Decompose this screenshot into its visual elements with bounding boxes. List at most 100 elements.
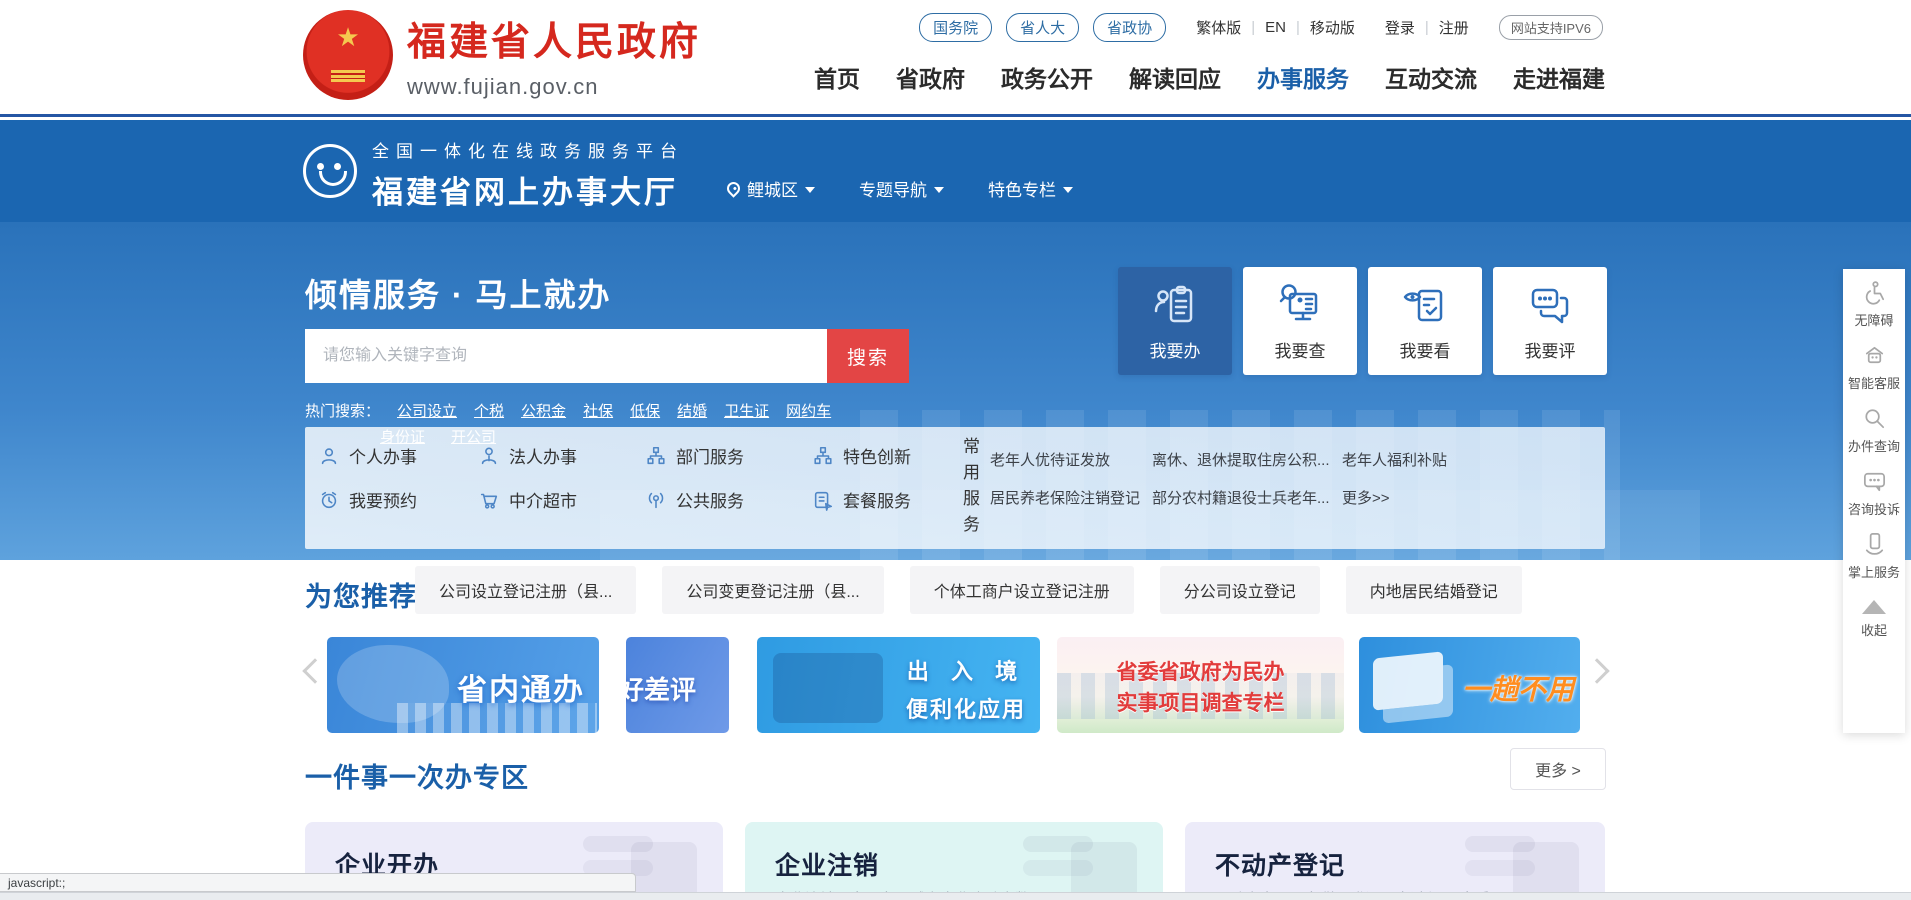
lang-english[interactable]: EN (1265, 19, 1286, 36)
recommend-button[interactable]: 公司设立登记注册（县... (415, 566, 636, 614)
divider: | (1425, 19, 1429, 36)
tile-i-want-to-query[interactable]: 我要查 (1243, 267, 1357, 375)
search-button[interactable]: 搜索 (827, 329, 909, 383)
tile-label: 我要办 (1150, 337, 1201, 362)
sidebar-smart-service[interactable]: 智能客服 (1846, 342, 1902, 391)
link-provincial-congress[interactable]: 省人大 (1006, 13, 1079, 42)
banner-text: 一趟不用 (1462, 668, 1574, 708)
hero-slogan: 倾情服务 · 马上就办 (305, 270, 611, 316)
card-title: 不动产登记 (1215, 846, 1345, 882)
location-label: 鲤城区 (747, 176, 798, 201)
people-illustration (773, 653, 883, 723)
common-service-link[interactable]: 部分农村籍退役士兵老年... (1152, 487, 1330, 508)
monitor-search-icon (1276, 281, 1324, 329)
service-personal[interactable]: 个人办事 (318, 443, 417, 468)
nav-interaction[interactable]: 互动交流 (1385, 60, 1477, 94)
service-department[interactable]: 部门服务 (645, 443, 744, 468)
banner-text-line2: 实事项目调查专栏 (1057, 688, 1344, 719)
login-link[interactable]: 登录 (1385, 17, 1415, 38)
carousel-next-icon[interactable] (1584, 658, 1609, 683)
banner-survey-column[interactable]: 省委省政府为民办 实事项目调查专栏 (1057, 637, 1344, 733)
banner-province-wide-service[interactable]: 省内通办 (327, 637, 599, 733)
sidebar-accessibility[interactable]: 无障碍 (1846, 279, 1902, 328)
more-services-link[interactable]: 更多>> (1342, 487, 1390, 508)
banner-one-trip[interactable]: 一趟不用 (1359, 637, 1580, 733)
link-provincial-cppcc[interactable]: 省政协 (1093, 13, 1166, 42)
featured-column-menu[interactable]: 特色专栏 (988, 176, 1073, 201)
link-state-council[interactable]: 国务院 (919, 13, 992, 42)
register-link[interactable]: 注册 (1439, 17, 1469, 38)
banner-entry-exit[interactable]: 出 入 境 便利化应用 (757, 637, 1040, 733)
more-button[interactable]: 更多 > (1510, 748, 1606, 790)
tile-label: 我要评 (1525, 337, 1576, 362)
hot-search-item[interactable]: 结婚 (677, 400, 707, 421)
recommend-title: 为您推荐 (305, 575, 417, 614)
service-intermediary-market[interactable]: 中介超市 (478, 487, 577, 512)
top-links-row: 国务院 省人大 省政协 繁体版 | EN | 移动版 登录 | 注册 网站支持I… (919, 13, 1603, 42)
nav-services-active[interactable]: 办事服务 (1257, 60, 1349, 94)
common-service-link[interactable]: 老年人优待证发放 (990, 449, 1110, 470)
lang-mobile[interactable]: 移动版 (1310, 17, 1355, 38)
person-icon (318, 445, 340, 467)
site-url: www.fujian.gov.cn (407, 74, 701, 100)
nav-interpretation[interactable]: 解读回应 (1129, 60, 1221, 94)
lang-traditional[interactable]: 繁体版 (1196, 17, 1241, 38)
chat-bubble-icon (1861, 468, 1888, 495)
sidebar-label: 智能客服 (1846, 376, 1902, 391)
sidebar-case-inquiry[interactable]: 办件查询 (1846, 405, 1902, 454)
nav-about-fujian[interactable]: 走进福建 (1513, 60, 1605, 94)
hot-search-item[interactable]: 网约车 (786, 400, 831, 421)
nav-provincial-gov[interactable]: 省政府 (896, 60, 965, 94)
hot-search-item[interactable]: 公司设立 (397, 400, 457, 421)
sidebar-label: 咨询投诉 (1846, 502, 1902, 517)
nav-home[interactable]: 首页 (814, 60, 860, 94)
topic-nav-menu[interactable]: 专题导航 (859, 176, 944, 201)
service-legal-person[interactable]: 法人办事 (478, 443, 577, 468)
service-public[interactable]: 公共服务 (645, 487, 744, 512)
sidebar-collapse[interactable]: 收起 (1846, 594, 1902, 638)
tile-i-want-to-rate[interactable]: 我要评 (1493, 267, 1607, 375)
hot-search-item[interactable]: 低保 (630, 400, 660, 421)
antenna-icon (645, 489, 667, 511)
service-package[interactable]: 套餐服务 (812, 487, 911, 512)
common-service-link[interactable]: 离休、退休提取住房公积... (1152, 449, 1330, 470)
location-selector[interactable]: 鲤城区 (727, 176, 815, 201)
location-pin-icon (724, 179, 742, 197)
platform-line1: 全国一体化在线政务服务平台 (372, 137, 684, 162)
tile-i-want-to-apply[interactable]: 我要办 (1118, 267, 1232, 375)
sidebar-label: 掌上服务 (1846, 565, 1902, 580)
service-featured-innovation[interactable]: 特色创新 (812, 443, 911, 468)
search-input[interactable] (305, 329, 827, 383)
hot-search-item[interactable]: 个税 (474, 400, 504, 421)
auth-links: 登录 | 注册 (1385, 17, 1469, 38)
carousel-prev-icon[interactable] (302, 658, 327, 683)
tile-i-want-to-view[interactable]: 我要看 (1368, 267, 1482, 375)
common-services-label: 常用服务 (957, 437, 982, 541)
recommend-button[interactable]: 个体工商户设立登记注册 (910, 566, 1134, 614)
hot-search-item[interactable]: 卫生证 (724, 400, 769, 421)
sidebar-consult-complaint[interactable]: 咨询投诉 (1846, 468, 1902, 517)
document-arrow-icon (812, 489, 834, 511)
bottom-scrollbar-strip[interactable] (0, 892, 1911, 900)
service-appointment[interactable]: 我要预约 (318, 487, 417, 512)
card-real-estate-registration[interactable]: 不动产登记 不动产交易、办税、登记，全过程“一窗受理、一… (1185, 822, 1605, 900)
card-business-deregistration[interactable]: 企业注销 企业注销一窗通办，减少企业跑动次数… (745, 822, 1163, 900)
site-brand[interactable]: 福建省人民政府 www.fujian.gov.cn (303, 10, 701, 100)
hot-search-item[interactable]: 社保 (583, 400, 613, 421)
hot-search-item[interactable]: 公积金 (521, 400, 566, 421)
computer-illustration (1373, 651, 1443, 710)
nav-gov-affairs[interactable]: 政务公开 (1001, 60, 1093, 94)
clipboard-icon (1151, 281, 1199, 329)
site-header: 福建省人民政府 www.fujian.gov.cn 国务院 省人大 省政协 繁体… (0, 0, 1911, 117)
recommend-button[interactable]: 公司变更登记注册（县... (662, 566, 883, 614)
subheader-menus: 鲤城区 专题导航 特色专栏 (727, 176, 1073, 201)
recommend-button[interactable]: 分公司设立登记 (1160, 566, 1320, 614)
language-switcher: 繁体版 | EN | 移动版 (1196, 17, 1355, 38)
common-service-link[interactable]: 老年人福利补贴 (1342, 449, 1447, 470)
recommend-button[interactable]: 内地居民结婚登记 (1346, 566, 1522, 614)
ipv6-badge: 网站支持IPV6 (1499, 15, 1603, 40)
sidebar-mobile-service[interactable]: 掌上服务 (1846, 531, 1902, 580)
banner-rating[interactable]: 好差评 (626, 637, 729, 733)
person-tie-icon (478, 445, 500, 467)
common-service-link[interactable]: 居民养老保险注销登记 (990, 487, 1140, 508)
